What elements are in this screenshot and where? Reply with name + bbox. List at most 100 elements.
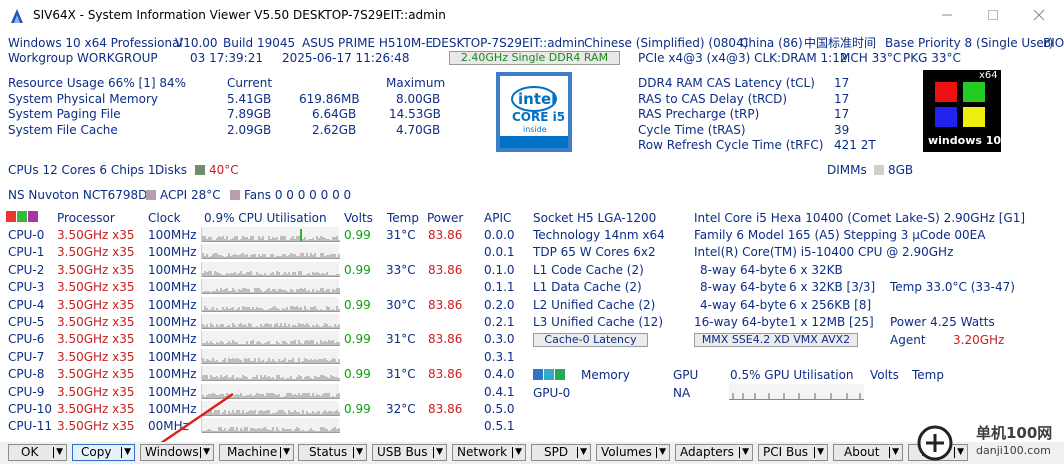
dram-timing-value: 17 (834, 92, 850, 106)
col-maximum: Maximum (386, 76, 446, 90)
dropdown-arrow-icon: ▼ (436, 447, 443, 457)
volumes-button[interactable]: Volumes ▼ (596, 444, 670, 461)
split-separator (577, 447, 578, 458)
maximize-icon (988, 10, 998, 20)
split-separator (814, 447, 815, 458)
cpu-frequency: 3.50GHz x35 (57, 350, 135, 364)
cpu-utilisation-graph (201, 279, 340, 294)
spd-button[interactable]: SPD ▼ (531, 444, 591, 461)
minimize-button[interactable] (924, 0, 970, 30)
mem-maximum: 14.53GB (389, 107, 441, 121)
disks-temp: 40°C (209, 163, 239, 177)
datetime: 2025-06-17 11:26:48 (282, 51, 410, 65)
main-panel: Windows 10 x64 Professional V10.00 Build… (0, 32, 1064, 464)
cpu-temp-range: Temp 33.0°C (33-47) (890, 280, 1015, 294)
dram-timing-label: Row Refresh Cycle Time (tRFC) (638, 138, 824, 152)
button-label: Windows (145, 445, 199, 459)
pci-bus-button[interactable]: PCI Bus ▼ (758, 444, 828, 461)
cpu-utilisation-graph (201, 227, 340, 242)
button-label: OK (21, 445, 39, 459)
cpu-frequency: 3.50GHz x35 (57, 367, 135, 381)
col-current: Current (227, 76, 273, 90)
fans-status-icon (230, 190, 240, 200)
maximize-button[interactable] (970, 0, 1016, 30)
dimm-status-icon (874, 165, 884, 175)
cpu-power: 83.86 (428, 263, 463, 277)
copy-button[interactable]: Copy ▼ (72, 444, 135, 461)
cpu-volts: 0.99 (344, 332, 371, 346)
cpu-name: CPU-1 (8, 245, 45, 259)
gpu-utilisation-graph (729, 384, 864, 400)
cpu-frequency: 3.50GHz x35 (57, 298, 135, 312)
x64-badge: x64 (979, 70, 998, 81)
intel-core-i5-logo: intel CORE i5 inside (496, 72, 572, 152)
cpu-color-legend-icon (6, 211, 40, 222)
cache-latency-button[interactable]: Cache-0 Latency (533, 333, 648, 347)
machine-button[interactable]: Machine ▼ (219, 444, 294, 461)
dropdown-arrow-icon: ▼ (283, 447, 290, 457)
cpu-name: CPU-2 (8, 263, 45, 277)
mem-current: 5.41GB (227, 92, 272, 106)
dram-timing-value: 17 (834, 76, 850, 90)
cpu-name: CPU-10 (8, 402, 52, 416)
dram-timing-value: 17 (834, 107, 850, 121)
mem-middle: 619.86MB (299, 92, 360, 106)
split-separator (739, 447, 740, 458)
network-button[interactable]: Network ▼ (452, 444, 526, 461)
dropdown-arrow-icon: ▼ (356, 447, 363, 457)
button-label: PCI Bus (763, 445, 809, 459)
acpi-status-icon (146, 190, 156, 200)
cache-size: 6 x 256KB [8] (789, 298, 872, 312)
cpu-volts: 0.99 (344, 263, 371, 277)
cpu-apic: 0.4.0 (484, 367, 515, 381)
ram-speed-box[interactable]: 2.40GHz Single DDR4 RAM (449, 51, 620, 65)
window-title: SIV64X - System Information Viewer V5.50… (33, 8, 446, 22)
disk-status-icon (195, 165, 205, 175)
split-separator (53, 447, 54, 458)
cpu-power: 83.86 (428, 402, 463, 416)
cpu-power: Power 4.25 Watts (890, 315, 995, 329)
gpu-col-volts: Volts (870, 368, 899, 382)
cpu-apic: 0.0.0 (484, 228, 515, 242)
machine-name: DESKTOP-7S29EIT::admin (432, 36, 585, 50)
ok-button[interactable]: OK ▼ (8, 444, 67, 461)
dropdown-arrow-icon: ▼ (124, 447, 131, 457)
gpu-color-legend-icon (533, 369, 565, 380)
col-apic: APIC (484, 211, 512, 225)
cpu-power: 83.86 (428, 228, 463, 242)
cpu-frequency: 3.50GHz x35 (57, 228, 135, 242)
about-button[interactable]: About ▼ (833, 444, 903, 461)
split-separator (121, 447, 122, 458)
dram-timing-label: RAS to CAS Delay (tRCD) (638, 92, 788, 106)
cpu-name: CPU-5 (8, 315, 45, 329)
watermark-plus-circle-icon (917, 425, 953, 461)
cpu-clock: 100MHz (148, 350, 197, 364)
usb-bus-button[interactable]: USB Bus ▼ (372, 444, 447, 461)
close-button[interactable] (1016, 0, 1062, 30)
cpu-frequency: 3.50GHz x35 (57, 245, 135, 259)
os-version: V10.00 (175, 36, 218, 50)
socket-info-line: L3 Unified Cache (12) (533, 315, 663, 329)
button-label: Status (309, 445, 348, 459)
status-button[interactable]: Status ▼ (298, 444, 367, 461)
cpus-summary: CPUs 12 Cores 6 Chips 1 (8, 163, 156, 177)
workgroup: Workgroup WORKGROUP (8, 51, 158, 65)
adapters-button[interactable]: Adapters ▼ (675, 444, 753, 461)
bottom-toolbar: OK ▼ Copy ▼ Windows ▼ Machine ▼ Status ▼… (0, 442, 1064, 464)
windows-button[interactable]: Windows ▼ (140, 444, 214, 461)
title-bar[interactable]: SIV64X - System Information Viewer V5.50… (0, 0, 1064, 32)
gpu-col-memory: Memory (581, 368, 630, 382)
cpu-features-button[interactable]: MMX SSE4.2 XD VMX AVX2 (694, 333, 858, 347)
mem-maximum: 4.70GB (396, 123, 441, 137)
dram-timing-label: Cycle Time (tRAS) (638, 123, 746, 137)
pcie-info: PCIe x4@3 (x4@3) CLK:DRAM 1:12 (638, 51, 848, 65)
cpu-power: 83.86 (428, 367, 463, 381)
dimms-status: 8GB (874, 163, 913, 177)
split-separator (656, 447, 657, 458)
cpu-clock: 100MHz (148, 245, 197, 259)
cpu-frequency: 3.50GHz x35 (57, 332, 135, 346)
button-label: SPD (544, 445, 569, 459)
acpi-status: ACPI 28°C (146, 188, 221, 202)
mem-middle: 2.62GB (312, 123, 357, 137)
minimize-icon (942, 14, 952, 16)
